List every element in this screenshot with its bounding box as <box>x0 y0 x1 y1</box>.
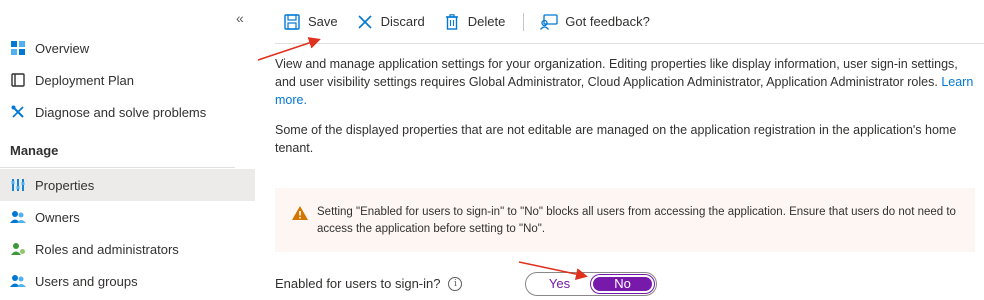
enabled-sign-in-toggle[interactable]: Yes No <box>525 272 657 296</box>
users-groups-icon <box>10 273 26 289</box>
wrench-icon <box>10 104 26 120</box>
sidebar-item-overview[interactable]: Overview <box>0 32 255 64</box>
discard-label: Discard <box>380 14 425 29</box>
enabled-sign-in-field: Enabled for users to sign-in? i <box>275 276 463 291</box>
command-bar: Save Discard Delete Got feedback? <box>275 0 984 44</box>
properties-sliders-icon <box>10 177 26 193</box>
sidebar-item-label: Deployment Plan <box>35 72 134 88</box>
toggle-option-no[interactable]: No <box>591 275 654 293</box>
sidebar-item-roles[interactable]: Roles and administrators <box>0 233 255 265</box>
sidebar-item-deployment-plan[interactable]: Deployment Plan <box>0 64 255 96</box>
sidebar-item-users-groups[interactable]: Users and groups <box>0 265 255 297</box>
save-label: Save <box>308 14 338 29</box>
warning-icon <box>291 205 309 223</box>
sidebar-item-diagnose[interactable]: Diagnose and solve problems <box>0 96 255 128</box>
discard-button[interactable]: Discard <box>356 13 425 31</box>
sidebar-item-owners[interactable]: Owners <box>0 201 255 233</box>
warning-text: Setting "Enabled for users to sign-in" t… <box>317 206 956 235</box>
section-divider <box>0 167 235 168</box>
save-icon <box>283 13 301 31</box>
feedback-button[interactable]: Got feedback? <box>540 13 650 31</box>
feedback-icon <box>540 13 558 31</box>
toggle-option-yes[interactable]: Yes <box>528 275 591 293</box>
sidebar-item-label: Diagnose and solve problems <box>35 104 207 120</box>
close-icon <box>356 13 374 31</box>
sidebar-item-label: Properties <box>35 177 95 193</box>
sidebar-item-label: Overview <box>35 40 90 56</box>
sidebar-item-label: Users and groups <box>35 273 138 289</box>
delete-label: Delete <box>467 14 506 29</box>
sidebar: « Overview Deployment Plan Diagnose and … <box>0 0 255 300</box>
sidebar-item-label: Owners <box>35 209 80 225</box>
overview-grid-icon <box>10 40 26 56</box>
intro-paragraph: View and manage application settings for… <box>275 55 975 109</box>
feedback-label: Got feedback? <box>565 14 650 29</box>
save-button[interactable]: Save <box>283 13 338 31</box>
field-label: Enabled for users to sign-in? <box>275 276 441 291</box>
trash-icon <box>443 13 461 31</box>
sidebar-item-properties[interactable]: Properties <box>0 169 255 201</box>
toolbar-separator <box>523 12 525 31</box>
people-icon <box>10 209 26 225</box>
section-title-manage: Manage <box>10 143 59 158</box>
sidebar-item-label: Roles and administrators <box>35 241 179 257</box>
intro-text: View and manage application settings for… <box>275 57 958 89</box>
info-icon[interactable]: i <box>448 276 463 291</box>
book-icon <box>10 72 26 88</box>
collapse-sidebar-icon[interactable]: « <box>236 10 244 26</box>
warning-banner: Setting "Enabled for users to sign-in" t… <box>275 188 975 252</box>
managed-properties-note: Some of the displayed properties that ar… <box>275 123 957 155</box>
roles-icon <box>10 241 26 257</box>
delete-button[interactable]: Delete <box>443 13 506 31</box>
